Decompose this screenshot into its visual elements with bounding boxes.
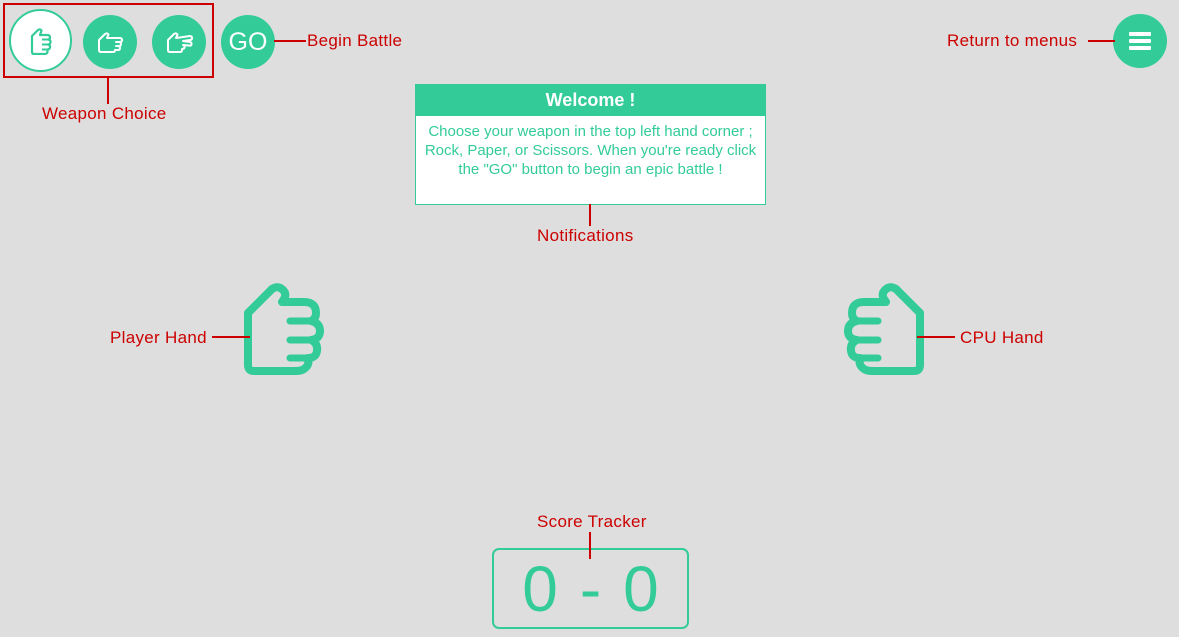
notification-title: Welcome ! <box>416 85 765 116</box>
notifications-connector <box>589 204 591 226</box>
go-button-label: GO <box>228 27 268 56</box>
notifications-annotation: Notifications <box>537 226 634 245</box>
score-tracker-connector <box>589 532 591 559</box>
hamburger-menu-icon <box>1129 32 1151 50</box>
player-hand <box>238 283 330 377</box>
return-to-menus-connector <box>1088 40 1115 42</box>
begin-battle-connector <box>274 40 306 42</box>
cpu-hand <box>838 283 930 377</box>
score-tracker: 0 - 0 <box>492 548 689 629</box>
fist-icon <box>244 283 324 375</box>
menu-button[interactable] <box>1113 14 1167 68</box>
player-score: 0 <box>522 552 558 625</box>
weapon-choice-highlight <box>3 3 214 78</box>
cpu-hand-annotation: CPU Hand <box>960 328 1044 347</box>
notification-panel: Welcome ! Choose your weapon in the top … <box>415 84 766 205</box>
weapon-choice-connector <box>107 77 109 104</box>
notification-body: Choose your weapon in the top left hand … <box>424 123 757 178</box>
cpu-hand-connector <box>917 336 955 338</box>
score-separator: - <box>579 552 602 625</box>
player-hand-connector <box>212 336 250 338</box>
player-hand-annotation: Player Hand <box>110 328 207 347</box>
return-to-menus-annotation: Return to menus <box>947 31 1078 50</box>
go-button[interactable]: GO <box>221 15 275 69</box>
fist-icon <box>844 283 924 375</box>
begin-battle-annotation: Begin Battle <box>307 31 403 50</box>
weapon-choice-annotation: Weapon Choice <box>42 104 167 123</box>
score-tracker-annotation: Score Tracker <box>537 512 647 531</box>
cpu-score: 0 <box>623 552 659 625</box>
